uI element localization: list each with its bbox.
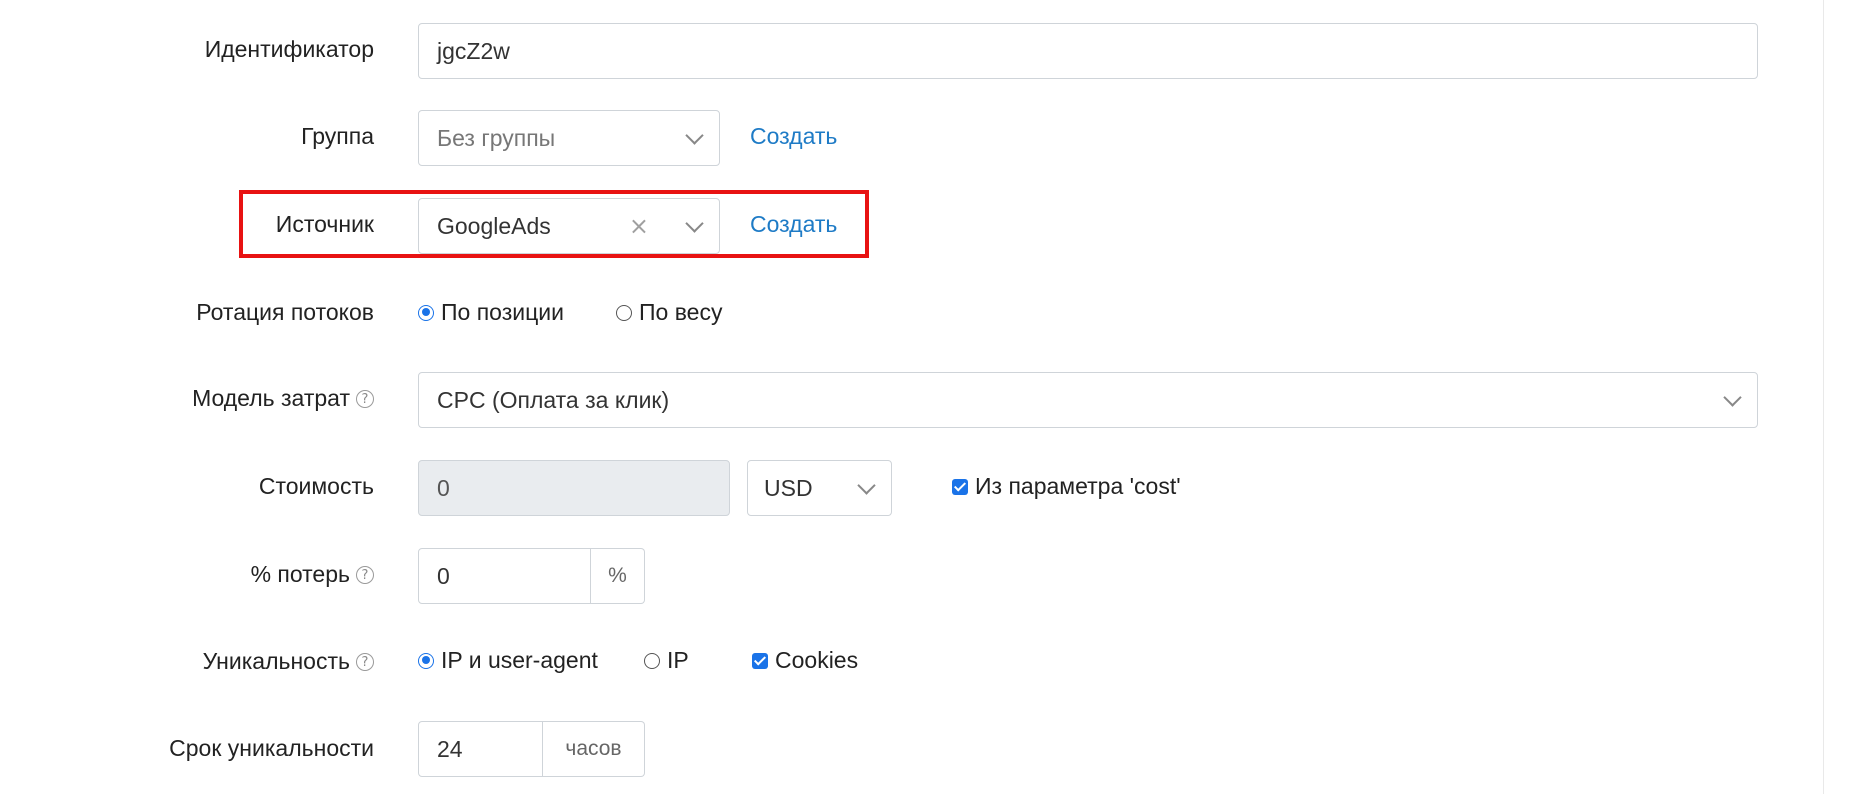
group-placeholder: Без группы <box>437 124 556 151</box>
checkbox-checked-icon[interactable] <box>952 478 968 495</box>
cost-label: Стоимость <box>259 473 374 500</box>
right-divider <box>1823 0 1824 794</box>
group-create-link[interactable]: Создать <box>750 123 837 150</box>
uniqueness-ttl-unit-addon: часов <box>543 721 645 777</box>
group-label-text: Группа <box>301 123 374 149</box>
chevron-down-icon <box>857 476 876 495</box>
uniqueness-ttl-value: 24 <box>437 735 463 762</box>
cost-value: 0 <box>437 474 450 501</box>
loss-label: % потерь ? <box>251 561 374 588</box>
currency-value: USD <box>764 474 813 501</box>
cost-input: 0 <box>418 460 730 516</box>
source-create-link[interactable]: Создать <box>750 211 837 238</box>
uniqueness-option-ip[interactable]: IP <box>644 647 689 674</box>
source-select[interactable]: GoogleAds × <box>418 198 720 254</box>
source-value: GoogleAds <box>437 212 551 239</box>
uniqueness-ttl-label: Срок уникальности <box>169 735 374 762</box>
uniqueness-option-label: IP <box>667 647 689 673</box>
uniqueness-label: Уникальность ? <box>203 648 374 675</box>
cost-model-label: Модель затрат ? <box>192 385 374 412</box>
rotation-option-label: По весу <box>639 299 723 325</box>
help-icon[interactable]: ? <box>356 389 374 408</box>
rotation-option-weight[interactable]: По весу <box>616 299 722 326</box>
uniqueness-option-label: IP и user-agent <box>441 647 598 673</box>
rotation-option-position[interactable]: По позиции <box>418 299 564 326</box>
cost-from-param-label: Из параметра 'cost' <box>975 473 1181 499</box>
radio-selected-icon[interactable] <box>418 304 434 321</box>
identifier-label-text: Идентификатор <box>204 36 374 62</box>
uniqueness-option-ip-ua[interactable]: IP и user-agent <box>418 647 598 674</box>
cost-model-label-text: Модель затрат <box>192 385 350 411</box>
cookies-label: Cookies <box>775 647 859 673</box>
loss-value: 0 <box>437 562 450 589</box>
chevron-down-icon <box>1723 388 1742 407</box>
help-icon[interactable]: ? <box>356 565 374 584</box>
identifier-input[interactable]: jgcZ2w <box>418 23 1758 79</box>
checkbox-checked-icon[interactable] <box>752 652 768 669</box>
identifier-label: Идентификатор <box>205 36 374 63</box>
rotation-label-text: Ротация потоков <box>196 299 374 325</box>
group-select[interactable]: Без группы <box>418 110 720 166</box>
loss-label-text: % потерь <box>250 561 350 587</box>
loss-unit-addon: % <box>591 548 645 604</box>
group-label: Группа <box>301 123 374 150</box>
cost-label-text: Стоимость <box>258 473 374 499</box>
uniqueness-label-text: Уникальность <box>202 648 350 674</box>
uniqueness-ttl-label-text: Срок уникальности <box>169 735 374 761</box>
help-icon[interactable]: ? <box>356 652 374 671</box>
source-label: Источник <box>276 211 374 238</box>
chevron-down-icon <box>685 126 704 145</box>
radio-unselected-icon[interactable] <box>644 652 660 669</box>
currency-select[interactable]: USD <box>747 460 892 516</box>
cost-model-select[interactable]: CPC (Оплата за клик) <box>418 372 1758 428</box>
radio-selected-icon[interactable] <box>418 652 434 669</box>
cost-from-param-checkbox[interactable]: Из параметра 'cost' <box>952 473 1181 500</box>
loss-input[interactable]: 0 <box>418 548 591 604</box>
cost-model-value: CPC (Оплата за клик) <box>437 386 670 413</box>
uniqueness-ttl-input[interactable]: 24 <box>418 721 543 777</box>
radio-unselected-icon[interactable] <box>616 304 632 321</box>
uniqueness-cookies-checkbox[interactable]: Cookies <box>752 647 858 674</box>
rotation-option-label: По позиции <box>441 299 564 325</box>
uniqueness-ttl-unit: часов <box>565 737 622 760</box>
clear-icon[interactable]: × <box>629 212 649 240</box>
loss-unit: % <box>608 564 627 587</box>
chevron-down-icon <box>685 214 704 233</box>
rotation-label: Ротация потоков <box>196 299 374 326</box>
identifier-value: jgcZ2w <box>437 37 510 64</box>
source-label-text: Источник <box>275 211 374 237</box>
